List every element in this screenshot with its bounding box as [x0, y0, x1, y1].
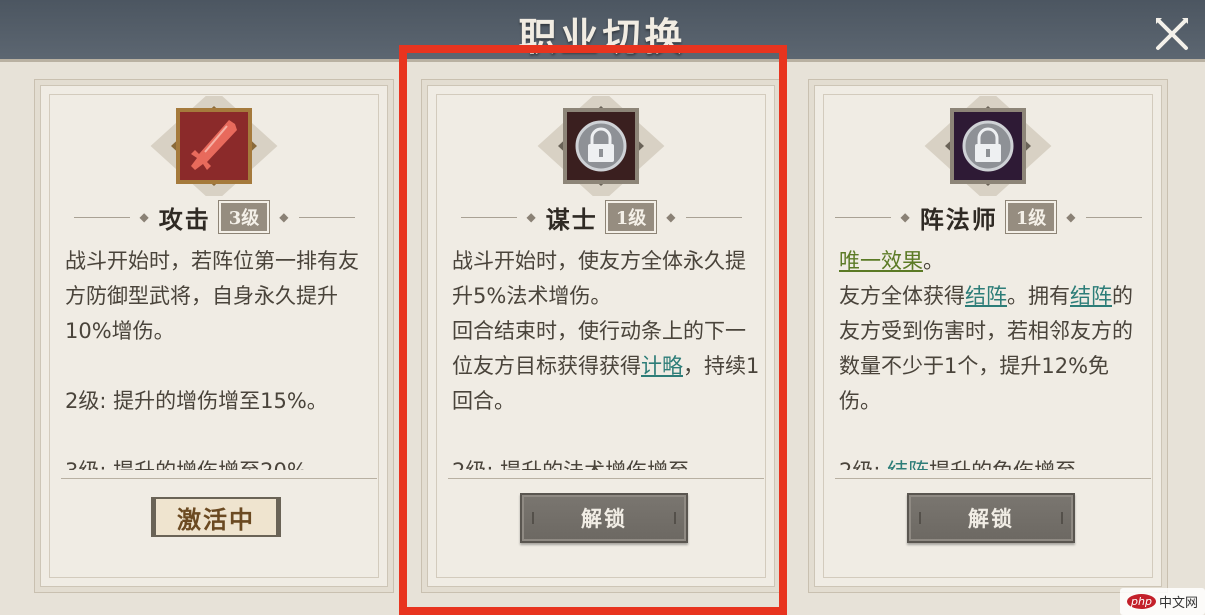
- unlock-button[interactable]: 解锁: [907, 493, 1075, 543]
- divider-line: [834, 216, 891, 218]
- desc-level-2: 2级: 提升的增伤增至15%。: [65, 389, 328, 413]
- card-divider: [61, 478, 377, 479]
- close-x-icon: [1156, 18, 1188, 50]
- sword-icon: [191, 120, 237, 170]
- lock-icon: [962, 120, 1014, 172]
- class-name-row: ◆ 阵法师 1级 ◆: [815, 201, 1161, 234]
- divider-line: [685, 216, 742, 218]
- level-badge: 3级: [218, 201, 270, 233]
- class-name-row: ◆ 谋士 1级 ◆: [428, 201, 774, 234]
- class-icon-frame: [913, 96, 1063, 196]
- desc-paragraph: 战斗开始时，若阵位第一排有友方防御型武将，自身永久提升10%增伤。: [65, 249, 359, 343]
- class-card-attack[interactable]: ◆ 攻击 3级 ◆ 战斗开始时，若阵位第一排有友方防御型武将，自身永久提升10%…: [40, 85, 388, 587]
- keyword-link-formation[interactable]: 结阵: [1070, 284, 1112, 308]
- keyword-link-unique-effect[interactable]: 唯一效果: [839, 249, 923, 273]
- class-description: 唯一效果。 友方全体获得结阵。拥有结阵的友方受到伤害时，若相邻友方的数量不少于1…: [839, 244, 1147, 470]
- class-name-row: ◆ 攻击 3级 ◆: [41, 201, 387, 234]
- diamond-ornament-icon: ◆: [526, 210, 536, 224]
- unlock-button[interactable]: 解锁: [520, 493, 688, 543]
- diamond-ornament-icon: ◆: [139, 210, 149, 224]
- diamond-ornament-icon: ◆: [666, 210, 676, 224]
- desc-paragraph: 唯一效果。: [839, 249, 944, 273]
- divider-line: [298, 216, 355, 218]
- class-name: 谋士: [545, 204, 598, 234]
- close-button[interactable]: [1150, 12, 1194, 56]
- keyword-link-strategy[interactable]: 计略: [641, 354, 683, 378]
- diamond-ornament-icon: ◆: [1066, 210, 1076, 224]
- keyword-link-formation[interactable]: 结阵: [965, 284, 1007, 308]
- level-badge: 1级: [1005, 201, 1057, 233]
- desc-paragraph: 回合结束时，使行动条上的下一位友方目标获得获得计略，持续1回合。: [452, 319, 760, 413]
- site-watermark: php 中文网: [1120, 588, 1205, 615]
- active-status-badge: 激活中: [151, 497, 281, 537]
- class-card-formation-master[interactable]: ◆ 阵法师 1级 ◆ 唯一效果。 友方全体获得结阵。拥有结阵的友方受到伤害时，若…: [814, 85, 1162, 587]
- desc-level-2: 2级: 提升的法术增伤增至: [452, 454, 760, 470]
- class-name: 攻击: [158, 204, 211, 234]
- diamond-ornament-icon: ◆: [279, 210, 289, 224]
- desc-level-2: 2级: 结阵提升的免伤增至: [839, 454, 1147, 470]
- desc-paragraph: 友方全体获得结阵。拥有结阵的友方受到伤害时，若相邻友方的数量不少于1个，提升12…: [839, 284, 1133, 413]
- keyword-link-formation[interactable]: 结阵: [887, 459, 929, 470]
- divider-line: [73, 216, 130, 218]
- diamond-ornament-icon: ◆: [900, 210, 910, 224]
- class-name: 阵法师: [919, 204, 998, 234]
- level-badge: 1级: [605, 201, 657, 233]
- page-title: 职业切换: [518, 14, 687, 59]
- class-description: 战斗开始时，使友方全体永久提升5%法术增伤。 回合结束时，使行动条上的下一位友方…: [452, 244, 760, 470]
- divider-line: [1085, 216, 1142, 218]
- lock-icon: [575, 120, 627, 172]
- desc-level-3: 3级: 提升的增伤增至20%。: [65, 454, 373, 470]
- card-divider: [448, 478, 764, 479]
- class-icon-frame: [139, 96, 289, 196]
- card-divider: [835, 478, 1151, 479]
- watermark-text: 中文网: [1158, 596, 1198, 611]
- class-icon-frame: [526, 96, 676, 196]
- class-description: 战斗开始时，若阵位第一排有友方防御型武将，自身永久提升10%增伤。 2级: 提升…: [65, 244, 373, 470]
- desc-paragraph: 战斗开始时，使友方全体永久提升5%法术增伤。: [452, 249, 746, 308]
- divider-line: [460, 216, 517, 218]
- php-logo-icon: php: [1127, 594, 1156, 609]
- class-card-strategist[interactable]: ◆ 谋士 1级 ◆ 战斗开始时，使友方全体永久提升5%法术增伤。 回合结束时，使…: [427, 85, 775, 587]
